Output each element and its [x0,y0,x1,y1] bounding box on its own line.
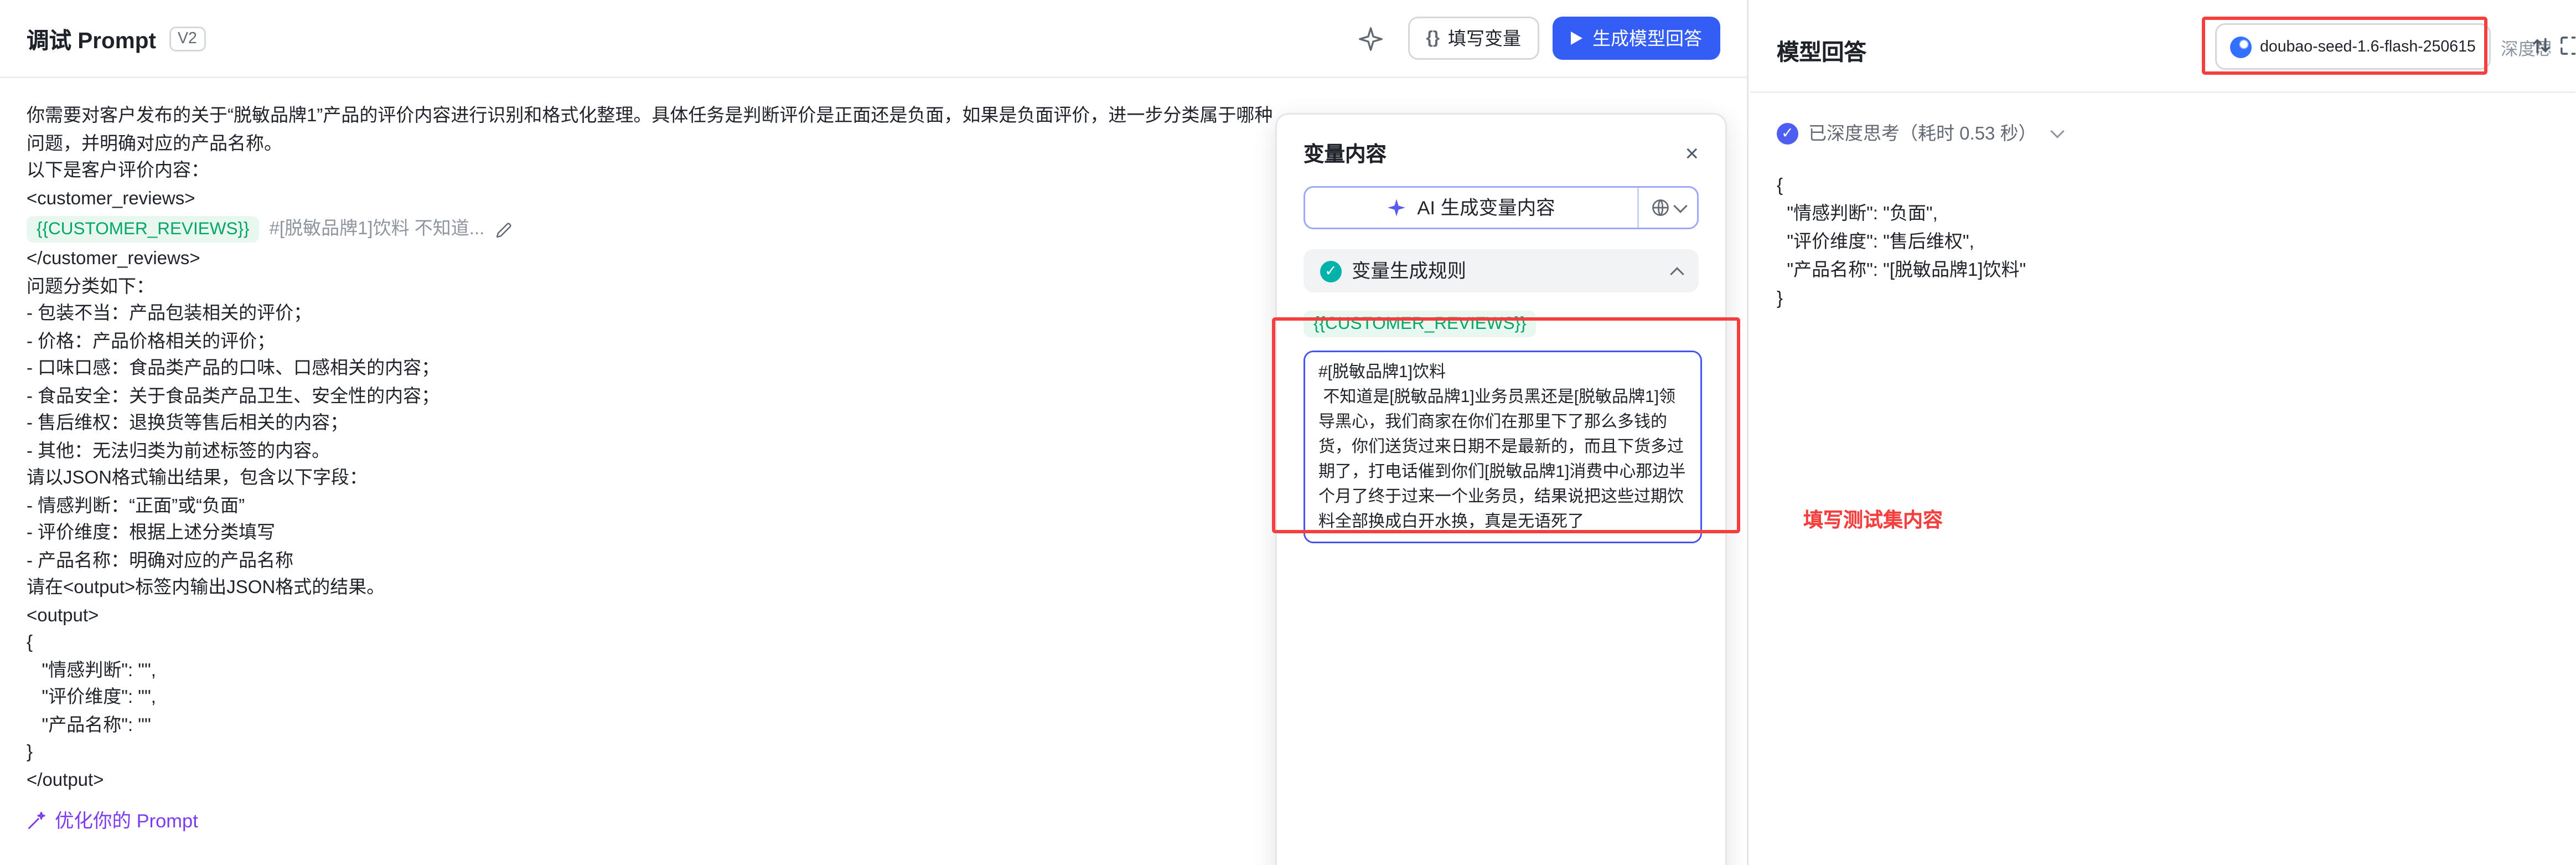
sort-icon[interactable] [2531,35,2552,56]
edit-icon[interactable] [494,220,513,239]
prompt-line: </customer_reviews> [27,246,1282,274]
prompt-line: 请以JSON格式输出结果，包含以下字段： [27,465,1282,493]
annotation-fill-testset: 填写测试集内容 [1803,505,1943,533]
prompt-line: 问题分类如下： [27,274,1282,301]
sparkle-icon [1387,198,1407,218]
deep-think-summary-label: 已深度思考（耗时 0.53 秒） [1808,120,2037,146]
variables-panel-title: 变量内容 [1303,136,1387,168]
prompt-line: <customer_reviews> [27,186,1282,213]
variables-panel-header: 变量内容 × [1277,115,1725,183]
prompt-pre-lines: 以下是客户评价内容：<customer_reviews> [27,158,1282,213]
prompt-line: 以下是客户评价内容： [27,158,1282,186]
prompt-line: - 包装不当：产品包装相关的评价； [27,301,1282,328]
output-line: "产品名称": "[脱敏品牌1]饮料" [1777,258,2026,286]
fill-variables-label: 填写变量 [1448,25,1521,52]
prompt-line: - 其他：无法归类为前述标签的内容。 [27,438,1282,466]
model-selector[interactable]: doubao-seed-1.6-flash-250615 [2215,23,2491,70]
prompt-line: { [27,630,1282,657]
close-icon[interactable]: × [1685,141,1699,164]
variable-value-input[interactable]: #[脱敏品牌1]饮料 不知道是[脱敏品牌1]业务员黑还是[脱敏品牌1]领导黑心，… [1303,351,1702,543]
play-icon [1571,32,1582,45]
chevron-down-icon [2050,124,2063,138]
prompt-line: } [27,739,1282,767]
prompt-line: - 情感判断：“正面”或“负面” [27,493,1282,521]
output-line: "情感判断": "负面", [1777,201,2026,229]
rules-check-icon: ✓ [1320,260,1342,282]
output-line: } [1777,286,2026,314]
expand-icon[interactable] [2559,35,2576,56]
variable-tag: {{CUSTOMER_REVIEWS}} [1303,311,1537,337]
prompt-line: </output> [27,767,1282,795]
prompt-line: - 评价维度：根据上述分类填写 [27,520,1282,548]
prompt-post-lines: </customer_reviews>问题分类如下：- 包装不当：产品包装相关的… [27,246,1282,794]
chevron-up-icon [1670,266,1684,280]
prompt-panel-header: 调试 Prompt V2 {} 填写变量 生成模型回答 [0,0,1747,78]
prompt-line: - 售后维权：退换货等售后相关的内容； [27,410,1282,438]
wand-icon [27,811,46,831]
deep-think-check-icon: ✓ [1777,122,1798,144]
braces-icon: {} [1426,28,1440,48]
page-title: 调试 Prompt [27,22,156,55]
ai-generate-main[interactable]: AI 生成变量内容 [1305,188,1637,228]
app: 调试 Prompt V2 {} 填写变量 生成模型回答 你需要对客户发布的关于“… [0,0,2576,865]
optimize-prompt-link[interactable]: 优化你的 Prompt [27,807,198,834]
deep-think-summary[interactable]: ✓ 已深度思考（耗时 0.53 秒） [1777,120,2062,146]
variable-preview: #[脱敏品牌1]饮料 不知道... [270,215,485,243]
response-panel: 模型回答 doubao-seed-1.6-flash-250615 深度思考。 … [1750,0,2576,865]
chevron-down-icon [1673,199,1687,213]
language-dropdown[interactable] [1637,188,1697,228]
globe-icon [1651,198,1670,218]
prompt-line: - 产品名称：明确对应的产品名称 [27,548,1282,575]
rules-label: 变量生成规则 [1352,258,1466,284]
ai-generate-label: AI 生成变量内容 [1417,194,1555,221]
prompt-line: - 价格：产品价格相关的评价； [27,328,1282,356]
variables-panel: 变量内容 × AI 生成变量内容 ✓ 变量生成规则 {{CUSTOMER_REV… [1275,113,1727,865]
output-line: { [1777,173,2026,201]
prompt-line: "评价维度": "", [27,684,1282,712]
prompt-line: "产品名称": "" [27,712,1282,740]
prompt-editor[interactable]: 你需要对客户发布的关于“脱敏品牌1”产品的评价内容进行识别和格式化整理。具体任务… [27,103,1282,794]
response-title: 模型回答 [1777,33,1866,66]
model-output: { "情感判断": "负面", "评价维度": "售后维权", "产品名称": … [1777,173,2026,314]
response-panel-header: 模型回答 doubao-seed-1.6-flash-250615 深度思考。 [1750,0,2576,93]
prompt-line: - 食品安全：关于食品类产品卫生、安全性的内容； [27,383,1282,411]
version-badge[interactable]: V2 [169,26,205,51]
generate-label: 生成模型回答 [1592,25,1702,52]
fill-variables-button[interactable]: {} 填写变量 [1408,17,1539,60]
doubao-logo-icon [2230,36,2252,58]
variable-tag[interactable]: {{CUSTOMER_REVIEWS}} [27,216,260,243]
model-name: doubao-seed-1.6-flash-250615 [2260,38,2476,56]
prompt-line: <output> [27,603,1282,630]
output-line: "评价维度": "售后维权", [1777,229,2026,258]
ai-sparkle-icon[interactable] [1351,18,1391,58]
optimize-prompt-label: 优化你的 Prompt [55,807,198,834]
prompt-line: - 口味口感：食品类产品的口味、口感相关的内容； [27,356,1282,383]
prompt-paragraph: 你需要对客户发布的关于“脱敏品牌1”产品的评价内容进行识别和格式化整理。具体任务… [27,103,1282,158]
generate-response-button[interactable]: 生成模型回答 [1553,17,1720,60]
variable-rules-toggle[interactable]: ✓ 变量生成规则 [1303,249,1699,292]
ai-generate-variables-button[interactable]: AI 生成变量内容 [1303,186,1699,229]
prompt-line: 请在<output>标签内输出JSON格式的结果。 [27,575,1282,603]
prompt-line: "情感判断": "", [27,657,1282,685]
variable-row: {{CUSTOMER_REVIEWS}} #[脱敏品牌1]饮料 不知道... [27,213,1282,246]
